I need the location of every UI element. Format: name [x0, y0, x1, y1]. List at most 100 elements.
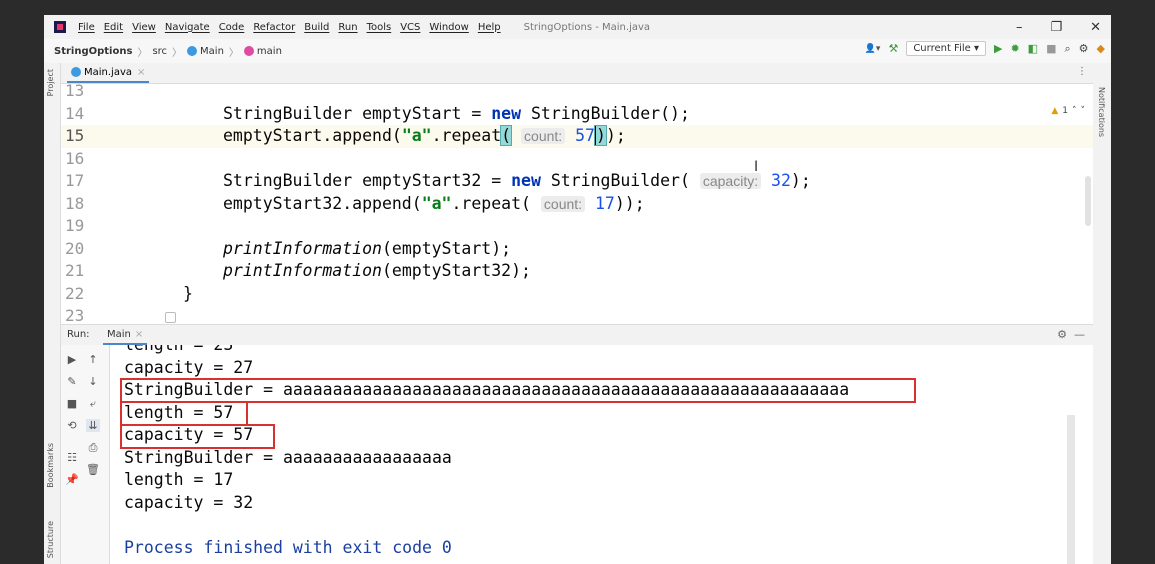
tab-main-java[interactable]: Main.java ×	[67, 63, 150, 83]
run-panel-controls: ⚙ —	[1057, 328, 1085, 341]
menu-run[interactable]: Run	[338, 22, 357, 33]
line-number: 22	[65, 283, 85, 303]
menu-help[interactable]: Help	[478, 22, 501, 33]
console-line: capacity = 32	[124, 492, 254, 512]
line-number: 21	[65, 261, 85, 280]
parameter-hint: count:	[540, 195, 586, 212]
pin-icon[interactable]: 📌	[65, 473, 79, 486]
project-tool-tab[interactable]: Project	[46, 69, 55, 96]
chevron-right-icon: 〉	[228, 47, 239, 59]
code-text: emptyStart32.append("a".repeat( count: 1…	[223, 193, 645, 213]
chevron-right-icon: 〉	[137, 47, 148, 59]
line-number: 16	[65, 148, 85, 168]
line-number: 14	[65, 103, 85, 123]
search-icon[interactable]: ⌕	[1064, 42, 1070, 56]
settings-gear-icon[interactable]: ⚙	[1079, 42, 1089, 55]
scroll-to-end-icon[interactable]: ⇊	[86, 419, 100, 432]
stop-icon[interactable]: ■	[65, 397, 79, 410]
build-hammer-icon[interactable]: ⚒	[888, 42, 898, 55]
menu-file[interactable]: File	[78, 22, 95, 33]
highlight-box-length	[120, 401, 248, 426]
breadcrumb-main-method[interactable]: main	[257, 46, 282, 57]
hide-panel-icon[interactable]: —	[1074, 328, 1085, 341]
stop-icon[interactable]: ■	[1046, 42, 1056, 55]
settings-gear-icon[interactable]: ⚙	[1057, 328, 1067, 341]
close-button[interactable]: ✕	[1090, 20, 1101, 35]
coverage-icon[interactable]: ◧	[1028, 42, 1038, 55]
layout-icon[interactable]: ☷	[65, 451, 79, 464]
code-line: 22 }	[61, 283, 1093, 306]
menu-window[interactable]: Window	[429, 22, 468, 33]
ide-window: File Edit View Navigate Code Refactor Bu…	[44, 15, 1111, 564]
run-console-output[interactable]: length = 23 capacity = 27 StringBuilder …	[110, 345, 1093, 564]
menu-navigate[interactable]: Navigate	[165, 22, 210, 33]
code-line: 21 printInformation(emptyStart32);	[61, 260, 1093, 283]
code-line: 20 printInformation(emptyStart);	[61, 238, 1093, 261]
run-configuration-select[interactable]: Current File ▾	[906, 41, 986, 56]
parameter-hint: capacity:	[699, 173, 762, 189]
tab-label: Main.java	[84, 66, 133, 78]
menu-view[interactable]: View	[132, 22, 156, 33]
edit-config-wrench-icon[interactable]: ✎	[65, 375, 79, 388]
code-text: printInformation(emptyStart32);	[223, 261, 531, 280]
rerun-icon[interactable]: ▶	[65, 353, 79, 366]
restore-layout-icon[interactable]: ⟲	[65, 419, 79, 432]
notifications-tool-tab[interactable]: Notifications	[1097, 87, 1106, 137]
window-title: StringOptions - Main.java	[523, 21, 651, 33]
chevron-right-icon: 〉	[172, 47, 183, 59]
bookmarks-tool-tab[interactable]: Bookmarks	[46, 443, 55, 488]
print-icon[interactable]: ⎙	[86, 441, 100, 455]
current-code-line: 15 emptyStart.append("a".repeat( count: …	[61, 125, 1093, 148]
scroll-up-icon[interactable]: ↑	[86, 353, 100, 366]
breadcrumb-main-class[interactable]: Main	[200, 46, 224, 57]
matched-brace: (	[500, 125, 513, 146]
breadcrumb-src[interactable]: src	[152, 46, 167, 57]
debug-icon[interactable]: ✹	[1010, 42, 1019, 55]
code-text: StringBuilder emptyStart32 = new StringB…	[223, 171, 811, 190]
line-number: 13	[65, 84, 85, 100]
code-editor[interactable]: ▲ 1 ˄ ˅ 13 14 StringBuilder emptyStart =…	[61, 84, 1093, 324]
close-tab-icon[interactable]: ×	[137, 67, 145, 78]
left-tool-strip: Project Bookmarks Structure	[44, 63, 61, 564]
more-options-icon[interactable]: ⋮	[1077, 66, 1087, 77]
run-tab-main[interactable]: Main ×	[103, 325, 148, 345]
method-icon	[243, 46, 254, 56]
run-panel-label: Run:	[67, 329, 90, 340]
code-line: 18 emptyStart32.append("a".repeat( count…	[61, 193, 1093, 216]
vcs-user-icon[interactable]: 👤▾	[865, 44, 881, 54]
breadcrumb: StringOptions 〉 src 〉 Main 〉 main	[54, 44, 282, 59]
menu-build[interactable]: Build	[304, 22, 329, 33]
code-line: 23	[61, 305, 1093, 324]
run-icon[interactable]: ▶	[994, 42, 1002, 55]
structure-tool-tab[interactable]: Structure	[46, 521, 55, 558]
trash-icon[interactable]: 🗑	[86, 463, 100, 476]
code-text: }	[183, 283, 193, 303]
console-scrollbar[interactable]	[1067, 415, 1075, 564]
fold-marker-icon[interactable]	[165, 312, 176, 323]
updates-icon[interactable]: ◆	[1097, 42, 1105, 55]
console-line: length = 23	[124, 345, 233, 357]
run-tab-label: Main	[107, 328, 131, 340]
console-exit-line: Process finished with exit code 0	[124, 537, 452, 557]
code-text: printInformation(emptyStart);	[223, 238, 512, 258]
menu-refactor[interactable]: Refactor	[253, 22, 295, 33]
code-line: 16	[61, 148, 1093, 171]
code-line: 13	[61, 84, 1093, 103]
soft-wrap-icon[interactable]: ⤶	[86, 397, 100, 411]
minimize-button[interactable]: –	[1016, 20, 1023, 35]
run-toolbar: ▶ ↑ ✎ ↓ ■ ⤶ ⟲ ⇊ ⎙ ☷ 🗑 📌	[61, 345, 110, 564]
menu-vcs[interactable]: VCS	[400, 22, 420, 33]
line-number: 19	[65, 216, 85, 235]
restore-button[interactable]: ❐	[1050, 20, 1062, 35]
scroll-down-icon[interactable]: ↓	[86, 375, 100, 388]
menu-tools[interactable]: Tools	[367, 22, 392, 33]
code-text: StringBuilder emptyStart = new StringBui…	[223, 103, 690, 123]
console-line: length = 17	[124, 470, 234, 489]
breadcrumb-project[interactable]: StringOptions	[54, 46, 132, 57]
close-tab-icon[interactable]: ×	[135, 329, 143, 340]
menu-edit[interactable]: Edit	[104, 22, 123, 33]
intellij-logo-icon[interactable]	[54, 21, 66, 33]
menu-code[interactable]: Code	[219, 22, 245, 33]
mouse-ibeam-cursor-icon: I	[754, 159, 759, 175]
highlight-box-capacity	[120, 424, 275, 449]
